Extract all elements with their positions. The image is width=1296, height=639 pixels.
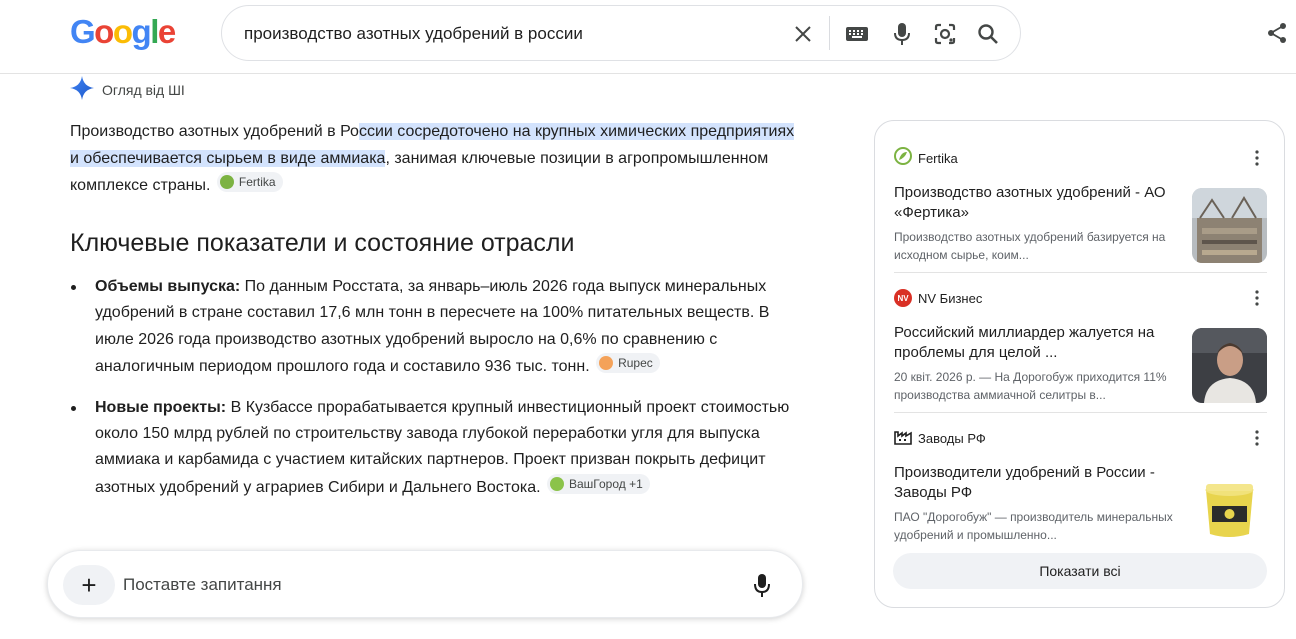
logo-letter: o: [94, 13, 114, 50]
ai-overview-body: Производство азотных удобрений в России …: [70, 118, 800, 199]
camera-lens-icon[interactable]: [931, 20, 959, 48]
top-bar: Google производство азотных удобрений в …: [0, 0, 1296, 74]
divider: [894, 412, 1267, 413]
ask-input[interactable]: Поставте запитання: [123, 575, 282, 595]
source-card[interactable]: Fertika Производство азотных удобрений -…: [894, 146, 1267, 273]
ask-box[interactable]: + Поставте запитання: [47, 550, 803, 618]
logo-letter: o: [112, 13, 133, 50]
bullet-list: Объемы выпуска: По данным Росстата, за я…: [70, 274, 800, 515]
fertika-icon: [219, 175, 234, 189]
google-logo[interactable]: Google: [70, 13, 176, 51]
ai-overview-label: Огляд від ШІ: [70, 75, 185, 105]
bullet-heading: Объемы выпуска:: [95, 278, 241, 295]
clear-icon[interactable]: [789, 20, 817, 48]
source-chip-vashgorod[interactable]: ВашГород +1: [547, 473, 650, 494]
bullet-heading: Новые проекты:: [95, 398, 227, 416]
divider: [894, 272, 1267, 273]
ai-overview-title: Огляд від ШІ: [102, 82, 185, 98]
intro-paragraph: Производство азотных удобрений в России …: [70, 118, 800, 199]
source-title[interactable]: Производители удобрений в России - Завод…: [894, 463, 1169, 503]
source-title[interactable]: Российский миллиардер жалуется на пробле…: [894, 323, 1169, 363]
search-input[interactable]: производство азотных удобрений в россии: [244, 24, 583, 44]
more-options-icon[interactable]: [1251, 428, 1263, 448]
source-site-name: Fertika: [918, 150, 958, 166]
factory-icon: [894, 427, 912, 450]
chip-label: Rupec: [618, 356, 653, 371]
source-snippet: 20 квіт. 2026 р. — На Дорогобуж приходит…: [894, 370, 1167, 402]
source-header: NV NV Бизнес: [894, 288, 1267, 308]
show-all-button[interactable]: Показати всі: [893, 553, 1267, 589]
vashgorod-icon: [550, 476, 564, 491]
sources-panel: Fertika Производство азотных удобрений -…: [874, 120, 1285, 608]
source-card[interactable]: NV NV Бизнес Российский миллиардер жалуе…: [894, 288, 1267, 413]
chip-extra-count: +1: [629, 476, 643, 491]
logo-letter: g: [131, 13, 152, 50]
source-snippet: Производство азотных удобрений базируетс…: [894, 230, 1166, 262]
source-chip-rupec[interactable]: Rupec: [596, 353, 660, 374]
nv-logo-icon: NV: [894, 289, 912, 307]
rupec-icon: [599, 356, 614, 371]
source-thumbnail[interactable]: [1192, 468, 1267, 543]
more-options-icon[interactable]: [1251, 148, 1263, 168]
source-thumbnail[interactable]: [1192, 188, 1267, 263]
search-box[interactable]: производство азотных удобрений в россии: [221, 5, 1021, 61]
logo-letter: e: [157, 13, 176, 50]
microphone-icon[interactable]: [748, 571, 776, 599]
list-item: Объемы выпуска: По данным Росстата, за я…: [70, 274, 800, 381]
intro-text: Производство азотных удобрений в Ро: [70, 123, 359, 140]
source-snippet: ПАО "Дорогобуж" — производитель минераль…: [894, 510, 1173, 542]
logo-letter: G: [70, 13, 96, 50]
source-thumbnail[interactable]: [1192, 328, 1267, 403]
microphone-icon[interactable]: [888, 20, 916, 48]
chip-label: ВашГород: [569, 476, 626, 491]
logo-letter: l: [150, 13, 159, 50]
source-chip-fertika[interactable]: Fertika: [216, 172, 283, 192]
source-header: Fertika: [894, 146, 1267, 170]
keyboard-icon[interactable]: [843, 20, 871, 48]
section-heading: Ключевые показатели и состояние отрасли: [70, 229, 575, 257]
source-header: Заводы РФ: [894, 428, 1267, 448]
source-card[interactable]: Заводы РФ Производители удобрений в Росс…: [894, 428, 1267, 553]
source-site-name: NV Бизнес: [918, 290, 983, 306]
more-options-icon[interactable]: [1251, 288, 1263, 308]
source-site-name: Заводы РФ: [918, 430, 986, 446]
fertika-logo-icon: [894, 146, 912, 170]
share-icon[interactable]: [1264, 20, 1290, 46]
search-divider: [829, 16, 830, 50]
search-icon[interactable]: [974, 20, 1002, 48]
plus-icon: +: [81, 569, 97, 600]
source-title[interactable]: Производство азотных удобрений - АО «Фер…: [894, 183, 1169, 223]
chip-label: Fertika: [238, 174, 276, 189]
list-item: Новые проекты: В Кузбассе прорабатываетс…: [70, 395, 800, 502]
sparkle-icon: [70, 75, 94, 105]
add-button[interactable]: +: [63, 565, 115, 605]
